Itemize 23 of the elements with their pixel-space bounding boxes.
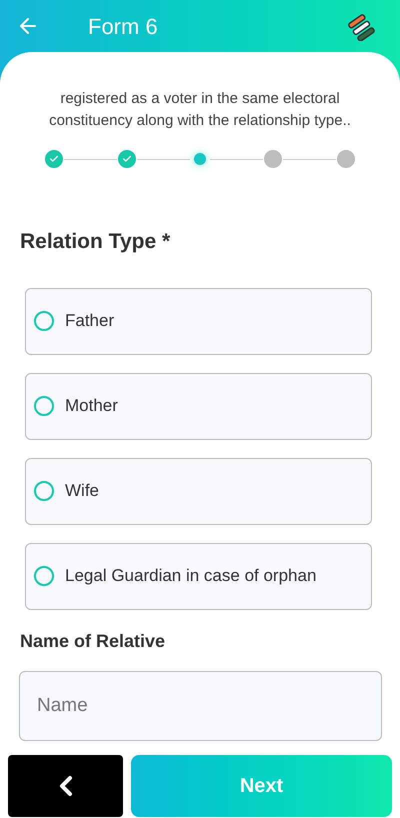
option-label: Wife <box>65 480 99 502</box>
relation-option[interactable]: Wife <box>25 458 372 524</box>
radio-button[interactable] <box>34 481 54 501</box>
option-label: Legal Guardian in case of orphan <box>65 565 316 588</box>
page-title: Form 6 <box>88 12 158 40</box>
option-label: Father <box>65 310 114 332</box>
option-label: Mother <box>65 395 118 418</box>
radio-button[interactable] <box>34 396 54 416</box>
step-indicator <box>337 150 355 168</box>
description-text: registered as a voter in the same electoral constituency along with the relationship type.. <box>48 89 352 131</box>
name-input-field[interactable]: Name <box>19 670 382 740</box>
radio-button[interactable] <box>34 566 54 586</box>
step-indicator <box>45 150 63 168</box>
relation-option[interactable]: Father <box>25 288 372 354</box>
step-indicator <box>194 153 206 165</box>
field-label: Name of Relative <box>20 630 166 652</box>
relation-option[interactable]: Legal Guardian in case of orphan <box>25 542 372 610</box>
step-indicator <box>264 150 282 168</box>
relation-option[interactable]: Mother <box>25 372 372 440</box>
back-button[interactable] <box>8 754 123 816</box>
step-indicator <box>118 150 136 168</box>
section-heading: Relation Type * <box>20 229 172 255</box>
radio-button[interactable] <box>34 311 54 331</box>
